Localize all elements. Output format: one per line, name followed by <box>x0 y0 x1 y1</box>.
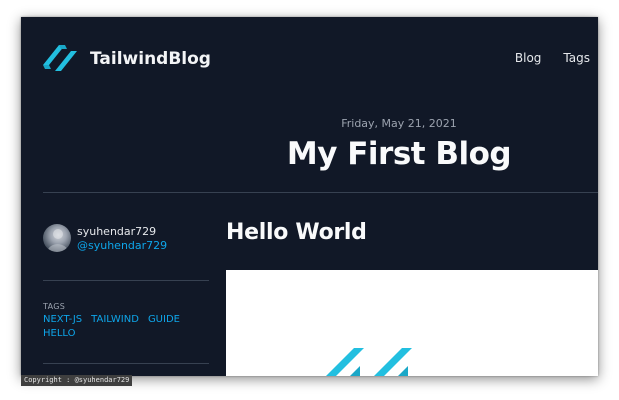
content-heading: Hello World <box>226 220 367 245</box>
author-handle-link[interactable]: @syuhendar729 <box>77 239 167 252</box>
browser-viewport: TailwindBlog Blog Tags Friday, May 21, 2… <box>21 17 598 376</box>
tag-tailwind[interactable]: TAILWIND <box>91 313 139 327</box>
tailwind-logo-icon <box>326 348 412 376</box>
tag-guide[interactable]: GUIDE <box>148 313 180 327</box>
main-nav: Blog Tags <box>515 51 590 65</box>
tag-hello[interactable]: HELLO <box>43 327 76 341</box>
avatar <box>43 224 71 252</box>
tags-label: TAGS <box>43 302 66 311</box>
tailwind-logo-icon[interactable] <box>43 43 81 73</box>
sidebar-divider <box>43 363 209 364</box>
site-brand[interactable]: TailwindBlog <box>90 49 211 69</box>
tags-list: NEXT-JS TAILWIND GUIDE HELLO <box>43 313 193 341</box>
tag-next-js[interactable]: NEXT-JS <box>43 313 82 327</box>
post-date: Friday, May 21, 2021 <box>341 117 457 130</box>
post-title: My First Blog <box>286 136 512 172</box>
sidebar-divider <box>43 280 209 281</box>
nav-link-blog[interactable]: Blog <box>515 51 542 65</box>
header-divider <box>43 192 598 193</box>
author-name: syuhendar729 <box>77 225 157 238</box>
site-header: TailwindBlog Blog Tags <box>21 17 598 97</box>
tags-section: TAGS NEXT-JS TAILWIND GUIDE HELLO <box>43 302 209 341</box>
nav-link-tags[interactable]: Tags <box>563 51 590 65</box>
post-header: Friday, May 21, 2021 My First Blog <box>43 117 598 172</box>
copyright-label: Copyright : @syuhendar729 <box>21 375 133 386</box>
post-image <box>226 270 598 376</box>
author-card: syuhendar729 @syuhendar729 <box>43 224 211 254</box>
